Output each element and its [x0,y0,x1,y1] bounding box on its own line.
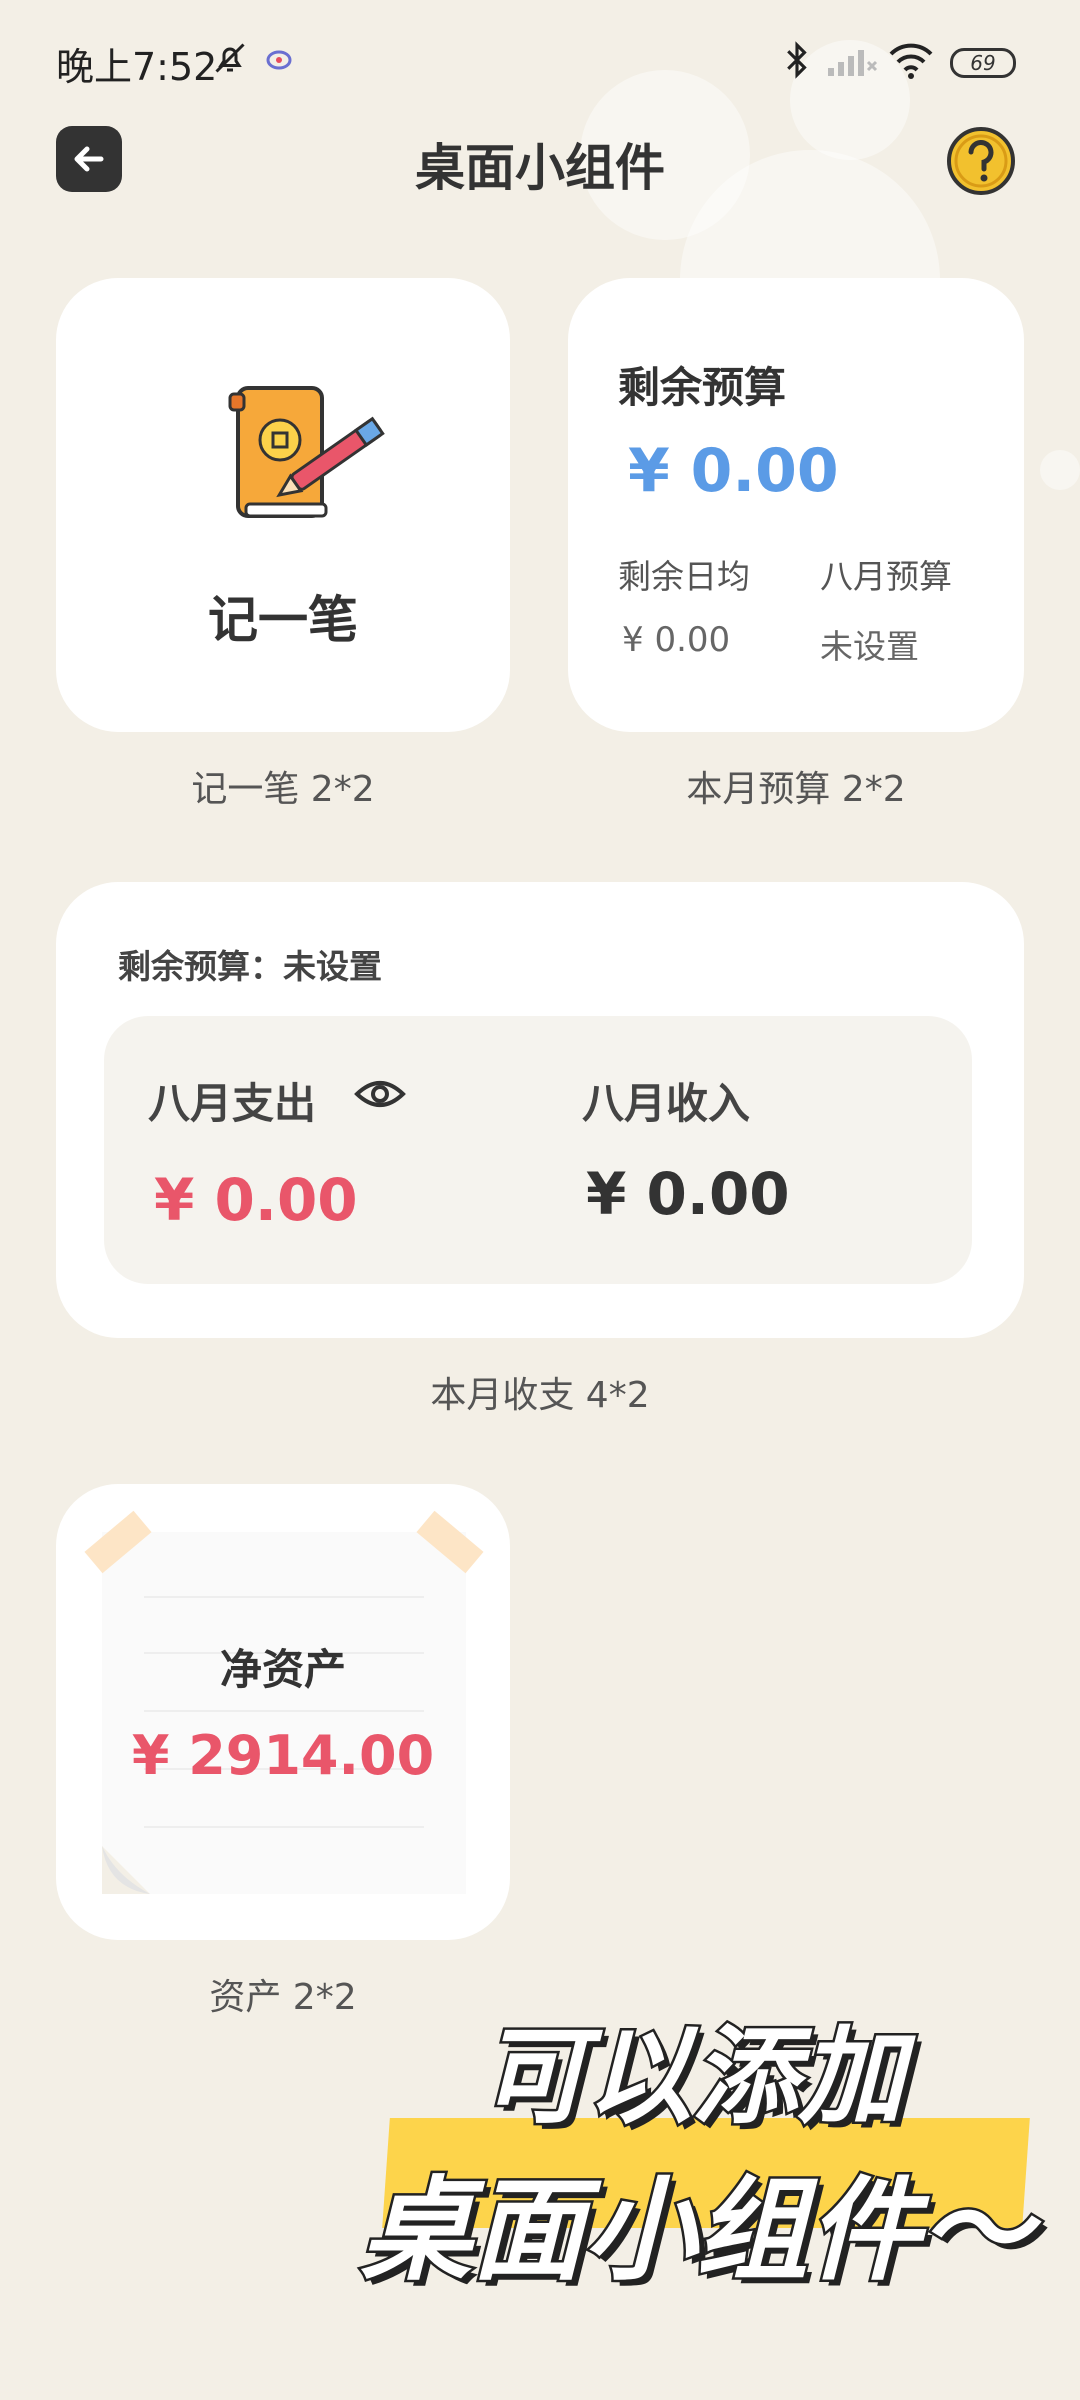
mute-bell-icon [215,43,245,73]
paper-curl [102,1846,150,1894]
bluetooth-icon [787,41,807,79]
budget-widget[interactable]: 剩余预算 ¥ 0.00 剩余日均 八月预算 ¥ 0.00 未设置 [568,278,1024,732]
page-title: 桌面小组件 [415,139,665,197]
record-label: 记一笔 [208,591,358,649]
help-coin-icon[interactable] [946,126,1016,196]
assets-widget[interactable]: 净资产 ¥ 2914.00 [56,1484,510,1940]
expense-value: ¥ 0.00 [154,1166,358,1234]
wifi-icon [889,43,933,79]
net-assets-value: ¥ 2914.00 [131,1724,435,1787]
signal-icon [828,50,878,76]
eye-icon[interactable] [354,1076,406,1112]
income-expense-widget-caption: 本月收支 4*2 [430,1375,650,1416]
paper-line [144,1826,424,1828]
paper-line [144,1710,424,1712]
battery-indicator: 69 [950,48,1016,78]
paper-note [102,1532,466,1894]
expense-label: 八月支出 [148,1079,317,1128]
income-expense-widget[interactable]: 剩余预算：未设置 八月支出 ¥ 0.00 八月收入 ¥ 0.00 [56,882,1024,1338]
budget-amount: ¥ 0.00 [628,436,839,506]
budget-title: 剩余预算 [618,363,787,412]
record-widget[interactable]: 记一笔 [56,278,510,732]
month-budget-label: 八月预算 [820,557,952,596]
notebook-pen-icon [228,386,385,518]
promo-line-2: 桌面小组件～ [358,2164,1035,2299]
assets-widget-caption: 资产 2*2 [209,1977,357,2018]
promo-line-1: 可以添加 [478,2013,907,2141]
daily-remaining-label: 剩余日均 [618,557,750,596]
app-notification-icon [266,50,292,70]
income-expense-panel: 八月支出 ¥ 0.00 八月收入 ¥ 0.00 [104,1016,972,1284]
month-budget-value: 未设置 [820,627,919,666]
income-label: 八月收入 [582,1079,751,1128]
net-assets-title: 净资产 [219,1645,346,1694]
paper-line [144,1596,424,1598]
income-value: ¥ 0.00 [586,1160,790,1228]
status-bar: 晚上7:52 69 [0,0,1080,120]
record-widget-caption: 记一笔 2*2 [191,769,375,810]
remaining-budget-text: 剩余预算：未设置 [118,947,382,986]
status-time: 晚上7:52 [56,45,218,89]
daily-remaining-value: ¥ 0.00 [622,620,731,660]
budget-widget-caption: 本月预算 2*2 [686,769,906,810]
bg-circle [1040,450,1080,490]
